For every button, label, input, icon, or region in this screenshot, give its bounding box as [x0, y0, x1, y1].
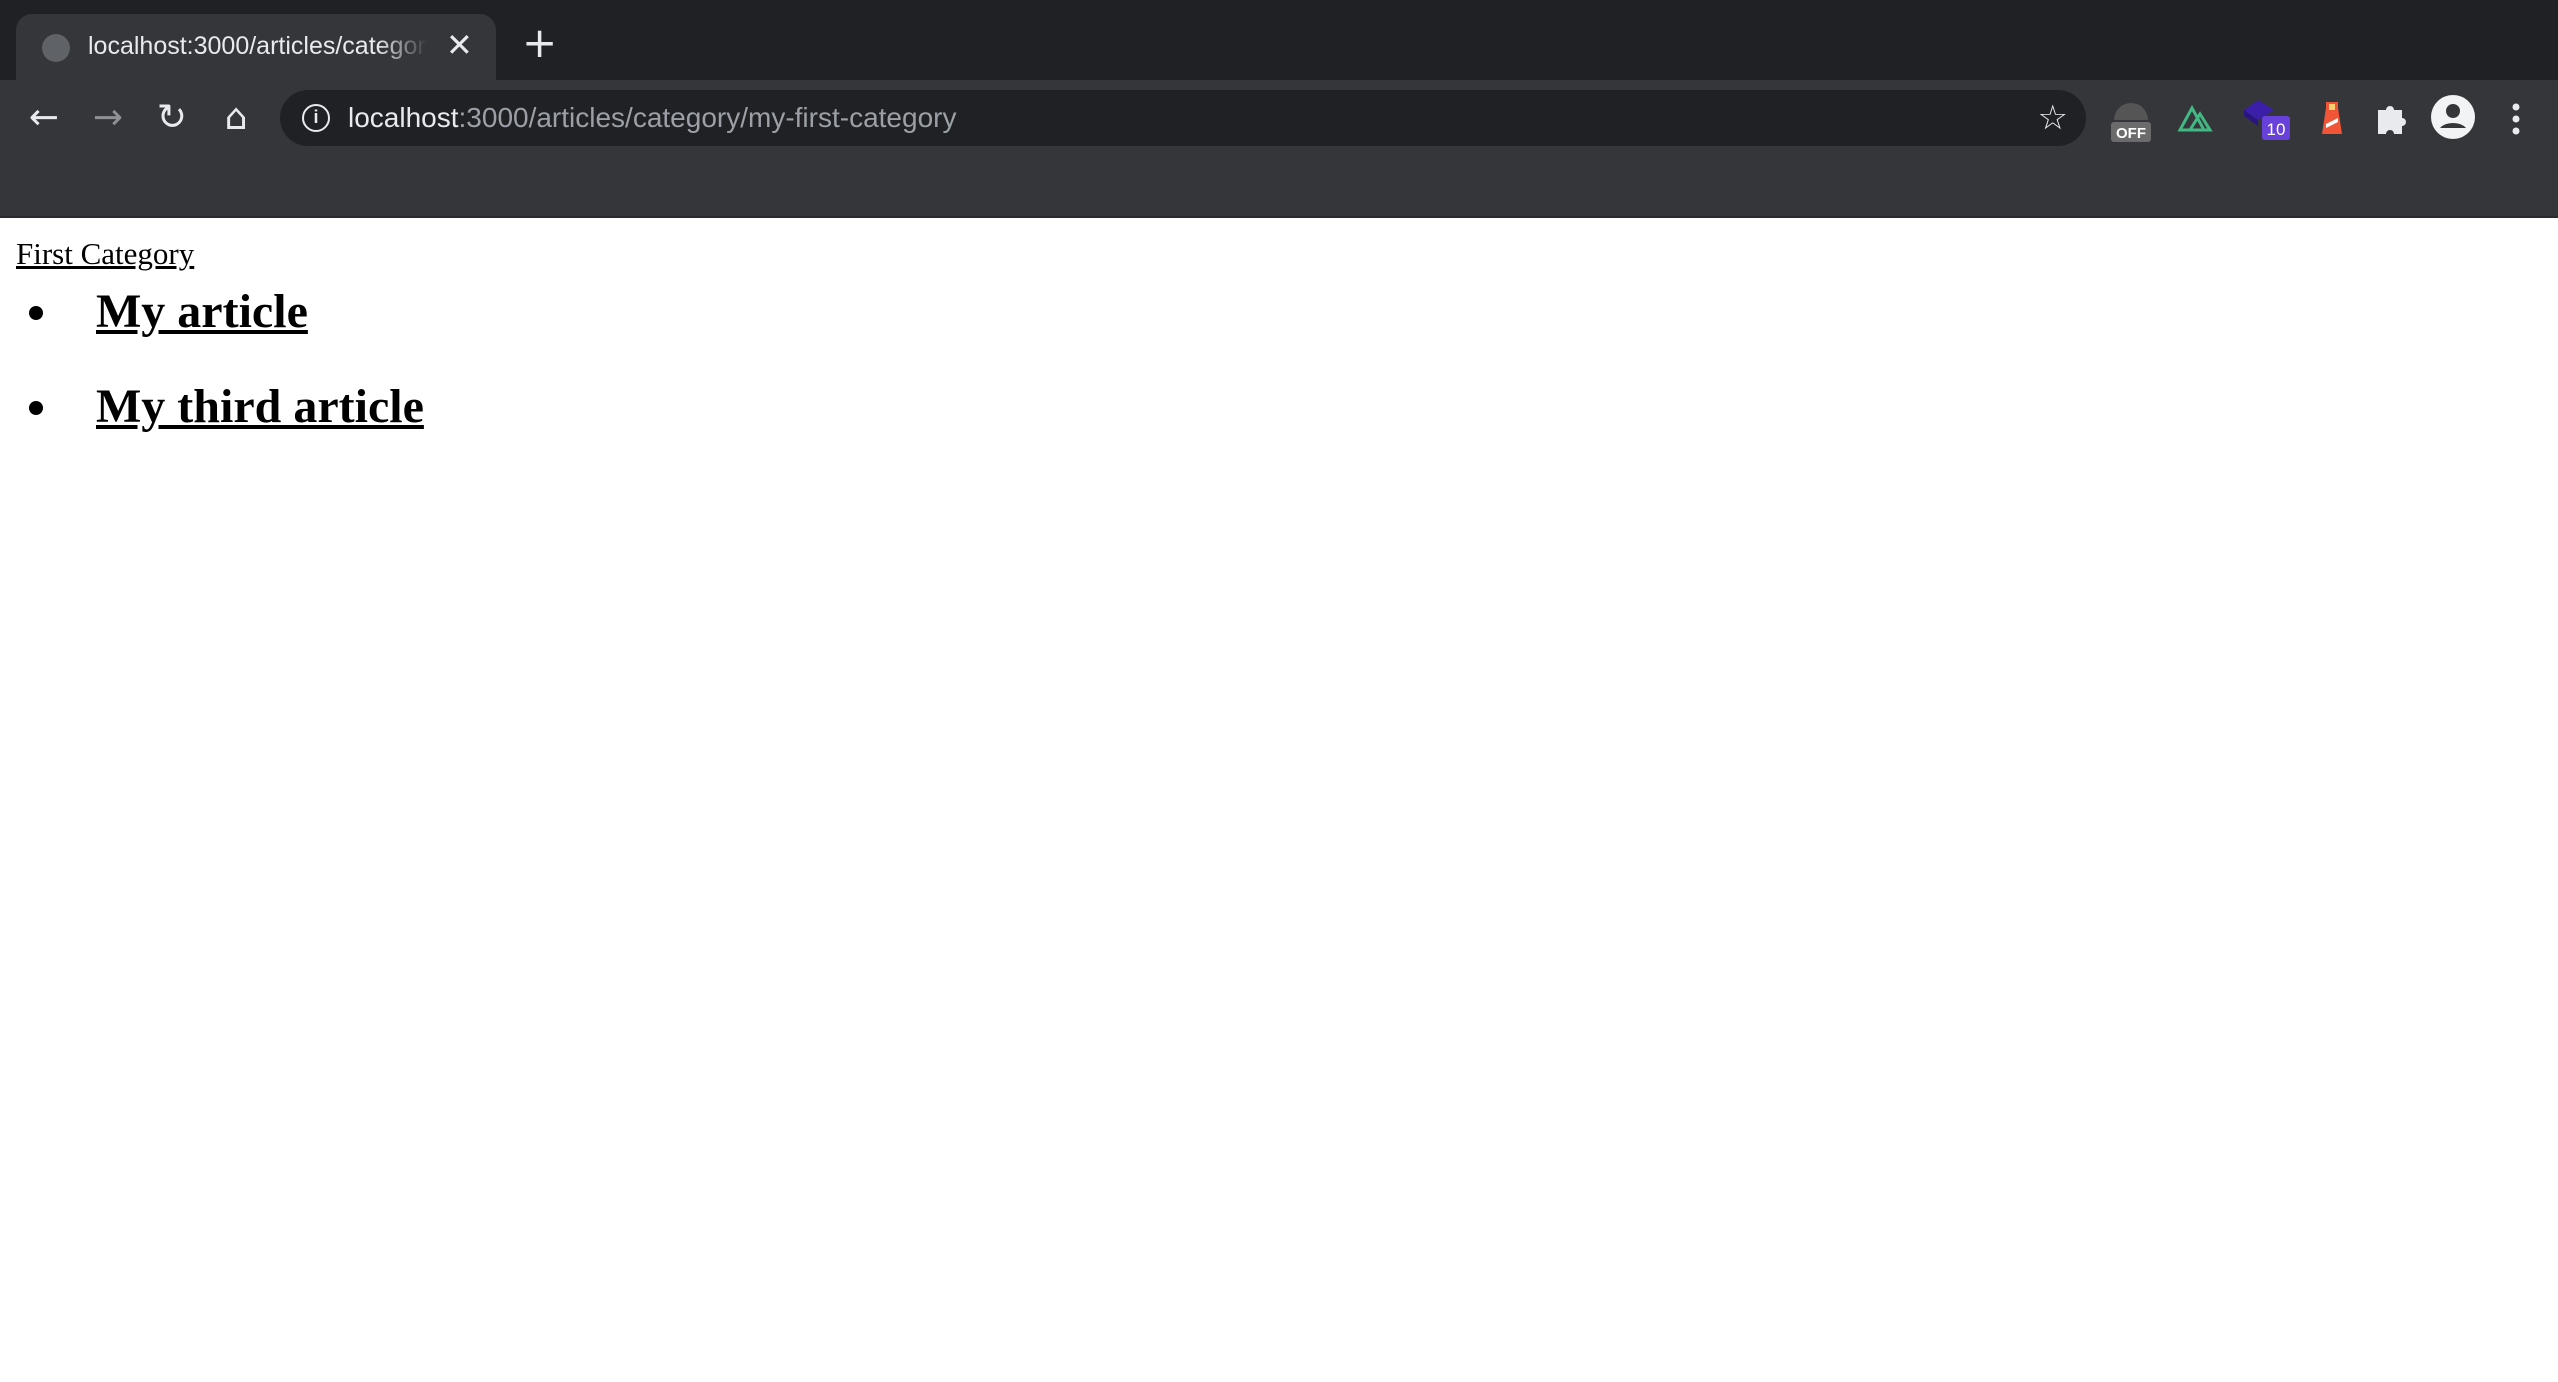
menu-kebab-icon[interactable]: [2504, 96, 2550, 142]
svg-text:10: 10: [2267, 120, 2286, 139]
tab-title: localhost:3000/articles/category/my-firs…: [88, 32, 428, 60]
browser-chrome: localhost:3000/articles/category/my-firs…: [0, 0, 2558, 218]
bookmark-star-icon[interactable]: ☆: [2038, 98, 2068, 138]
profile-avatar-icon[interactable]: [2428, 92, 2478, 142]
stack-extension-icon[interactable]: 10: [2242, 96, 2290, 142]
article-link[interactable]: My third article: [96, 380, 424, 433]
category-link[interactable]: First Category: [16, 236, 194, 271]
tab-strip: localhost:3000/articles/category/my-firs…: [0, 0, 2558, 80]
globe-icon: [42, 34, 70, 62]
article-list: My article My third article: [64, 284, 424, 434]
info-icon[interactable]: i: [302, 104, 330, 132]
address-bar[interactable]: i localhost:3000/articles/category/my-fi…: [280, 90, 2086, 146]
page-content: First Category My article My third artic…: [16, 236, 424, 474]
off-extension-icon[interactable]: OFF: [2108, 96, 2154, 142]
extensions-puzzle-icon[interactable]: [2368, 96, 2414, 142]
reload-button[interactable]: ↻: [150, 96, 194, 140]
close-tab-icon[interactable]: ✕: [446, 26, 473, 64]
lighthouse-icon[interactable]: [2310, 96, 2356, 142]
article-link[interactable]: My article: [96, 285, 308, 338]
list-item: My third article: [64, 379, 424, 434]
forward-button[interactable]: →: [86, 96, 130, 140]
home-button[interactable]: ⌂: [214, 96, 258, 140]
vue-devtools-icon[interactable]: [2176, 96, 2222, 142]
browser-tab[interactable]: localhost:3000/articles/category/my-firs…: [16, 14, 496, 80]
list-item: My article: [64, 284, 424, 339]
new-tab-button[interactable]: +: [522, 22, 557, 64]
back-button[interactable]: ←: [22, 96, 66, 140]
svg-text:OFF: OFF: [2116, 125, 2146, 142]
url-text[interactable]: localhost:3000/articles/category/my-firs…: [348, 102, 956, 134]
